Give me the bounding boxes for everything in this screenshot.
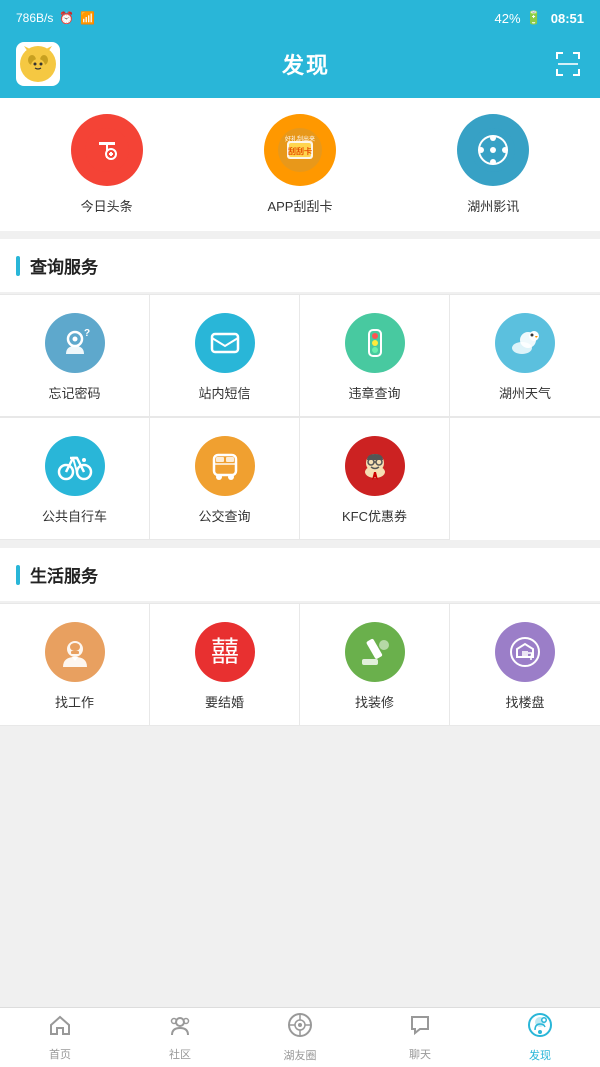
status-bar: 786B/s ⏰ 📶 42% 🔋 08:51 <box>0 0 600 36</box>
nav-huyouquan[interactable]: 湖友圈 <box>240 1008 360 1067</box>
app-logo <box>16 42 60 86</box>
home-icon <box>48 1013 72 1043</box>
wedding-icon: 囍 <box>195 622 255 682</box>
estate-icon <box>495 622 555 682</box>
weather-label: 湖州天气 <box>499 383 551 402</box>
toutiao-label: 今日头条 <box>81 196 133 215</box>
password-icon: ? <box>45 313 105 373</box>
featured-item-toutiao[interactable]: 今日头条 <box>47 114 167 215</box>
bus-icon <box>195 436 255 496</box>
sms-label: 站内短信 <box>198 383 250 402</box>
nav-discover-label: 发现 <box>529 1047 551 1063</box>
weather-icon <box>495 313 555 373</box>
bike-label: 公共自行车 <box>42 506 107 525</box>
query-section-header: 查询服务 <box>0 239 600 292</box>
section-bar <box>16 256 20 276</box>
life-section: 找工作 囍 要结婚 <box>0 603 600 726</box>
traffic-icon <box>345 313 405 373</box>
status-speed: 786B/s ⏰ 📶 <box>16 11 487 25</box>
service-weather[interactable]: 湖州天气 <box>450 295 600 417</box>
password-label: 忘记密码 <box>48 383 100 402</box>
kfc-icon <box>345 436 405 496</box>
movie-label: 湖州影讯 <box>467 196 519 215</box>
logo-icon <box>18 44 58 84</box>
decoration-label: 找装修 <box>355 692 394 711</box>
main-content: 今日头条 刮刮卡 好礼刮出来 APP刮刮卡 <box>0 98 600 1007</box>
service-decoration[interactable]: 找装修 <box>300 604 450 726</box>
nav-chat[interactable]: 聊天 <box>360 1008 480 1067</box>
nav-chat-label: 聊天 <box>409 1046 431 1062</box>
featured-item-movie[interactable]: 湖州影讯 <box>433 114 553 215</box>
scratch-icon: 刮刮卡 好礼刮出来 <box>264 114 336 186</box>
service-kfc[interactable]: KFC优惠券 <box>300 418 450 540</box>
featured-grid: 今日头条 刮刮卡 好礼刮出来 APP刮刮卡 <box>0 114 600 215</box>
service-password[interactable]: ? 忘记密码 <box>0 295 150 417</box>
app-header: 发现 <box>0 36 600 92</box>
status-icons: 42% 🔋 08:51 <box>495 10 584 26</box>
service-estate[interactable]: 找楼盘 <box>450 604 600 726</box>
query-grid-row2: 公共自行车 公交查询 <box>0 417 600 540</box>
nav-home[interactable]: 首页 <box>0 1008 120 1067</box>
huyouquan-icon <box>287 1012 313 1044</box>
community-icon <box>168 1013 192 1043</box>
service-bike[interactable]: 公共自行车 <box>0 418 150 540</box>
job-label: 找工作 <box>55 692 94 711</box>
estate-label: 找楼盘 <box>505 692 544 711</box>
service-traffic[interactable]: 违章查询 <box>300 295 450 417</box>
page-title: 发现 <box>282 48 330 80</box>
life-grid: 找工作 囍 要结婚 <box>0 603 600 726</box>
discover-icon <box>527 1012 553 1044</box>
query-grid-row1: ? 忘记密码 站内短信 <box>0 294 600 417</box>
nav-discover[interactable]: 发现 <box>480 1008 600 1067</box>
nav-huyouquan-label: 湖友圈 <box>284 1047 317 1063</box>
query-section: ? 忘记密码 站内短信 <box>0 294 600 540</box>
toutiao-icon <box>71 114 143 186</box>
bike-icon <box>45 436 105 496</box>
nav-home-label: 首页 <box>49 1046 71 1062</box>
kfc-label: KFC优惠券 <box>342 506 407 525</box>
sms-icon <box>195 313 255 373</box>
svg-text:好礼刮出来: 好礼刮出来 <box>285 135 315 143</box>
svg-text:刮刮卡: 刮刮卡 <box>288 146 312 156</box>
service-bus[interactable]: 公交查询 <box>150 418 300 540</box>
traffic-label: 违章查询 <box>348 383 400 402</box>
service-sms[interactable]: 站内短信 <box>150 295 300 417</box>
decoration-icon <box>345 622 405 682</box>
scratch-label: APP刮刮卡 <box>267 196 332 215</box>
nav-community-label: 社区 <box>169 1046 191 1062</box>
scan-icon <box>554 50 582 78</box>
life-section-bar <box>16 565 20 585</box>
wedding-label: 要结婚 <box>205 692 244 711</box>
nav-community[interactable]: 社区 <box>120 1008 240 1067</box>
bus-label: 公交查询 <box>198 506 250 525</box>
svg-text:囍: 囍 <box>210 636 238 667</box>
service-job[interactable]: 找工作 <box>0 604 150 726</box>
svg-text:?: ? <box>84 328 90 339</box>
job-icon <box>45 622 105 682</box>
bottom-nav: 首页 社区 湖友圈 <box>0 1007 600 1067</box>
scan-button[interactable] <box>552 48 584 80</box>
featured-item-scratch[interactable]: 刮刮卡 好礼刮出来 APP刮刮卡 <box>240 114 360 215</box>
featured-section: 今日头条 刮刮卡 好礼刮出来 APP刮刮卡 <box>0 98 600 231</box>
chat-icon <box>408 1013 432 1043</box>
query-section-title: 查询服务 <box>30 253 98 278</box>
life-section-header: 生活服务 <box>0 548 600 601</box>
movie-icon <box>457 114 529 186</box>
life-section-title: 生活服务 <box>30 562 98 587</box>
service-wedding[interactable]: 囍 要结婚 <box>150 604 300 726</box>
